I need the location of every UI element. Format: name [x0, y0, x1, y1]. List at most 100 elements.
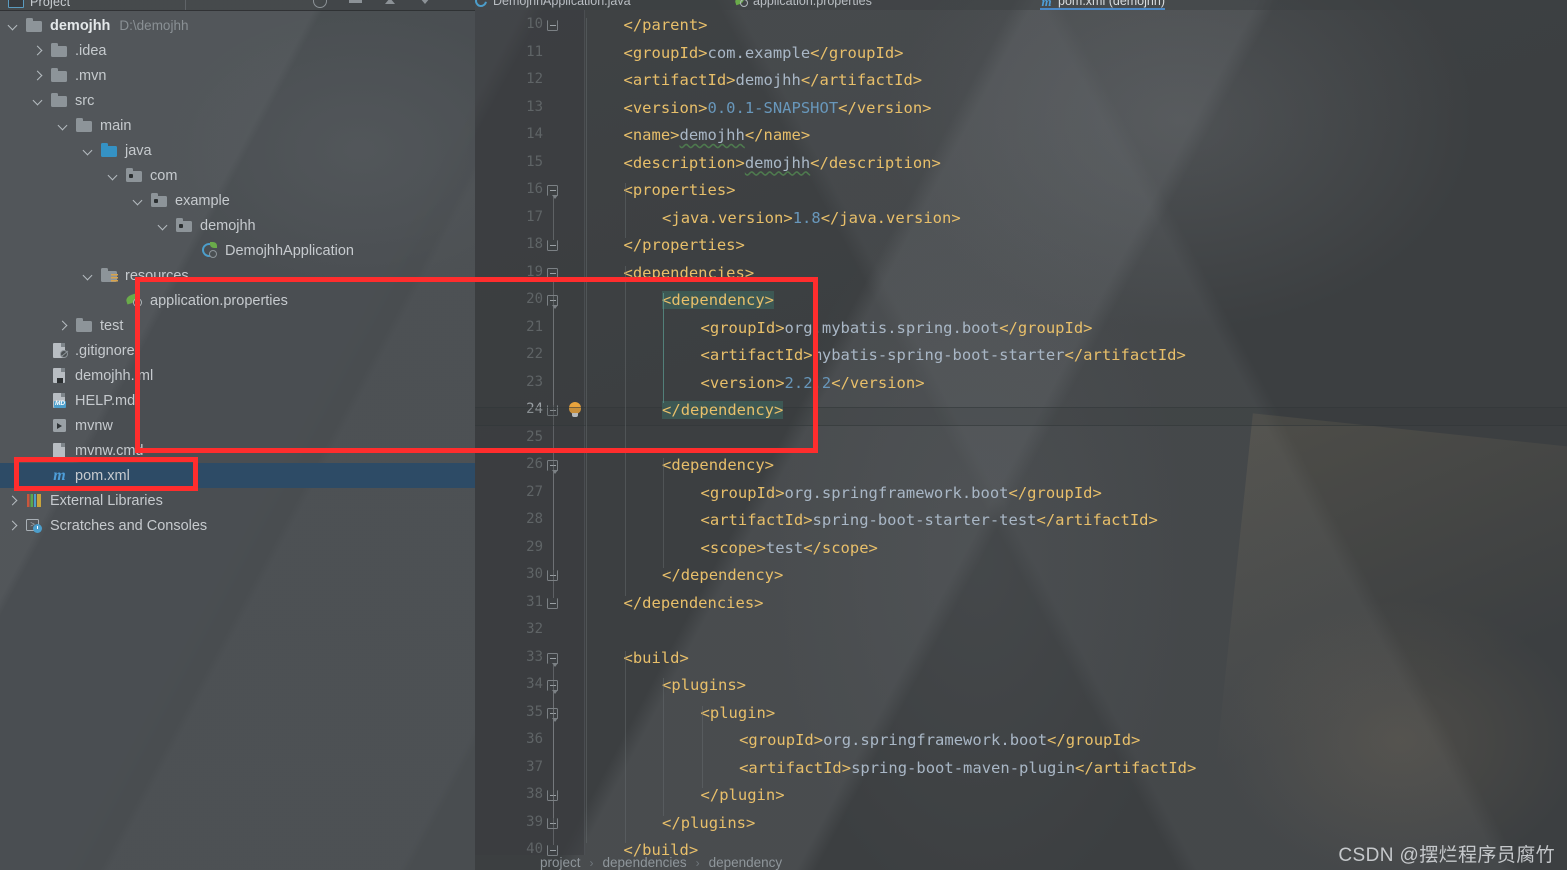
- chevron-right-icon[interactable]: [33, 46, 43, 56]
- editor-tab-demojhhapplication[interactable]: DemojhhApplication.java: [475, 0, 631, 10]
- code-fold-marker[interactable]: [547, 240, 558, 251]
- code-line[interactable]: </dependency>: [662, 566, 783, 585]
- chevron-right-icon[interactable]: [58, 321, 68, 331]
- tree-item-mvnw-cmd[interactable]: mvnw.cmd: [0, 438, 475, 463]
- code-line[interactable]: <name>demojhh</name>: [624, 126, 811, 145]
- code-line[interactable]: <artifactId>mybatis-spring-boot-starter<…: [701, 346, 1186, 365]
- code-line[interactable]: </plugin>: [701, 786, 785, 805]
- code-fold-marker[interactable]: [547, 597, 558, 609]
- code-token: <groupId>: [623, 43, 708, 62]
- chevron-down-icon[interactable]: [83, 271, 93, 281]
- tree-item-gitignore[interactable]: .gitignore: [0, 338, 475, 363]
- code-token: </dependency>: [662, 401, 784, 419]
- code-line[interactable]: <groupId>org.mybatis.spring.boot</groupI…: [701, 319, 1093, 338]
- editor-tab-label: application.properties: [753, 0, 872, 8]
- tree-item-demojhhapplication[interactable]: DemojhhApplication: [0, 238, 475, 263]
- chevron-down-icon[interactable]: [58, 121, 68, 131]
- code-content[interactable]: </parent> <groupId>com.example</groupId> <…: [475, 10, 1567, 859]
- code-line[interactable]: </parent>: [624, 16, 708, 35]
- code-line[interactable]: <artifactId>spring-boot-maven-plugin</ar…: [739, 759, 1196, 778]
- code-line[interactable]: <description>demojhh</description>: [624, 154, 941, 173]
- breadcrumb[interactable]: project › dependencies › dependency: [540, 855, 782, 870]
- tree-item-demojhh-iml[interactable]: demojhh.iml: [0, 363, 475, 388]
- chevron-right-icon[interactable]: [33, 71, 43, 81]
- breadcrumb-separator: ›: [589, 855, 594, 870]
- code-line[interactable]: <groupId>org.springframework.boot</group…: [701, 484, 1102, 503]
- line-number: 12: [526, 71, 543, 87]
- code-line[interactable]: <java.version>1.8</java.version>: [662, 209, 961, 228]
- code-line[interactable]: <artifactId>spring-boot-starter-test</ar…: [701, 511, 1158, 530]
- chevron-right-icon[interactable]: [8, 496, 18, 506]
- line-number: 28: [526, 511, 543, 527]
- code-line[interactable]: </properties>: [624, 236, 745, 255]
- tree-item-java[interactable]: java: [0, 138, 475, 163]
- tree-item-example[interactable]: example: [0, 188, 475, 213]
- code-line[interactable]: <properties>: [624, 181, 736, 200]
- code-token: <artifactId>: [700, 511, 813, 529]
- tree-item-resources[interactable]: resources: [0, 263, 475, 288]
- tree-item-com[interactable]: com: [0, 163, 475, 188]
- expand-icon[interactable]: [383, 0, 397, 8]
- code-fold-marker[interactable]: [547, 185, 558, 199]
- code-line[interactable]: <plugin>: [701, 704, 776, 723]
- tree-item-scratches-and-consoles[interactable]: > Scratches and Consoles: [0, 513, 475, 538]
- code-line[interactable]: <artifactId>demojhh</artifactId>: [624, 71, 923, 90]
- chevron-down-icon[interactable]: [108, 171, 118, 181]
- code-line[interactable]: <build>: [624, 649, 689, 668]
- code-line[interactable]: <version>2.2.2</version>: [701, 374, 925, 393]
- code-line[interactable]: </dependencies>: [624, 594, 764, 613]
- tree-item-pom-xml[interactable]: m pom.xml: [0, 463, 475, 488]
- breadcrumb-item-project[interactable]: project: [540, 855, 581, 870]
- tree-item-demojhh[interactable]: demojhh: [0, 213, 475, 238]
- code-fold-marker[interactable]: [547, 20, 558, 31]
- code-line[interactable]: </dependency>: [662, 401, 784, 420]
- tree-item-mvnw[interactable]: mvnw: [0, 413, 475, 438]
- tree-item-external-libraries[interactable]: External Libraries: [0, 488, 475, 513]
- tree-item-src[interactable]: src: [0, 88, 475, 113]
- tree-item-help-md[interactable]: MD HELP.md: [0, 388, 475, 413]
- code-token: </plugin>: [700, 786, 785, 804]
- tree-item-idea[interactable]: .idea: [0, 38, 475, 63]
- code-line[interactable]: <version>0.0.1-SNAPSHOT</version>: [624, 99, 932, 118]
- line-number: 23: [526, 373, 543, 390]
- gitignore-icon: [51, 343, 68, 358]
- code-line[interactable]: <plugins>: [662, 676, 746, 695]
- code-line[interactable]: </plugins>: [662, 814, 755, 833]
- code-line[interactable]: <groupId>com.example</groupId>: [624, 44, 904, 63]
- code-line[interactable]: <dependency>: [662, 291, 775, 310]
- tree-item-project-root[interactable]: demojhh D:\demojhh: [0, 13, 475, 38]
- code-line[interactable]: <groupId>org.springframework.boot</group…: [739, 731, 1140, 750]
- project-tree[interactable]: demojhh D:\demojhh .idea .mvn src main java com…: [0, 11, 475, 538]
- resources-folder-icon: [101, 268, 118, 283]
- editor-tab-pom[interactable]: m pom.xml (demojhh): [1040, 0, 1165, 10]
- tree-item-mvn[interactable]: .mvn: [0, 63, 475, 88]
- chevron-down-icon[interactable]: [133, 196, 143, 206]
- tree-item-test[interactable]: test: [0, 313, 475, 338]
- settings-chevron-icon[interactable]: [418, 0, 432, 8]
- editor-tab-application[interactable]: application.properties: [734, 0, 872, 10]
- line-number: 34: [526, 676, 543, 692]
- editor-gutter[interactable]: 10 11 12 13 14 15 16 17 18 19 20 21 22 23 24 25 26 27 28 29…: [475, 10, 585, 857]
- code-token: org.mybatis.spring.boot: [784, 318, 1000, 337]
- chevron-down-icon[interactable]: [8, 21, 18, 31]
- code-token: <groupId>: [700, 483, 785, 502]
- editor-tab-bar[interactable]: DemojhhApplication.java application.prope…: [475, 0, 1567, 10]
- code-line[interactable]: <dependencies>: [624, 264, 755, 283]
- code-token: <build>: [623, 648, 689, 667]
- chevron-down-icon[interactable]: [33, 96, 43, 106]
- chevron-down-icon[interactable]: [83, 146, 93, 156]
- code-line[interactable]: <dependency>: [662, 456, 774, 475]
- locate-icon[interactable]: [313, 0, 327, 8]
- breadcrumb-item-dependency[interactable]: dependency: [709, 855, 783, 870]
- code-token: org.springframework.boot: [784, 483, 1009, 502]
- breadcrumb-item-dependencies[interactable]: dependencies: [603, 855, 687, 870]
- code-fold-marker[interactable]: [547, 267, 558, 282]
- chevron-down-icon[interactable]: [158, 221, 168, 231]
- line-number: 31: [526, 593, 543, 610]
- tree-item-main[interactable]: main: [0, 113, 475, 138]
- collapse-all-icon[interactable]: [348, 0, 362, 8]
- tree-item-application-properties[interactable]: application.properties: [0, 288, 475, 313]
- chevron-right-icon[interactable]: [8, 521, 18, 531]
- code-fold-marker[interactable]: [547, 652, 558, 667]
- code-line[interactable]: <scope>test</scope>: [701, 539, 878, 558]
